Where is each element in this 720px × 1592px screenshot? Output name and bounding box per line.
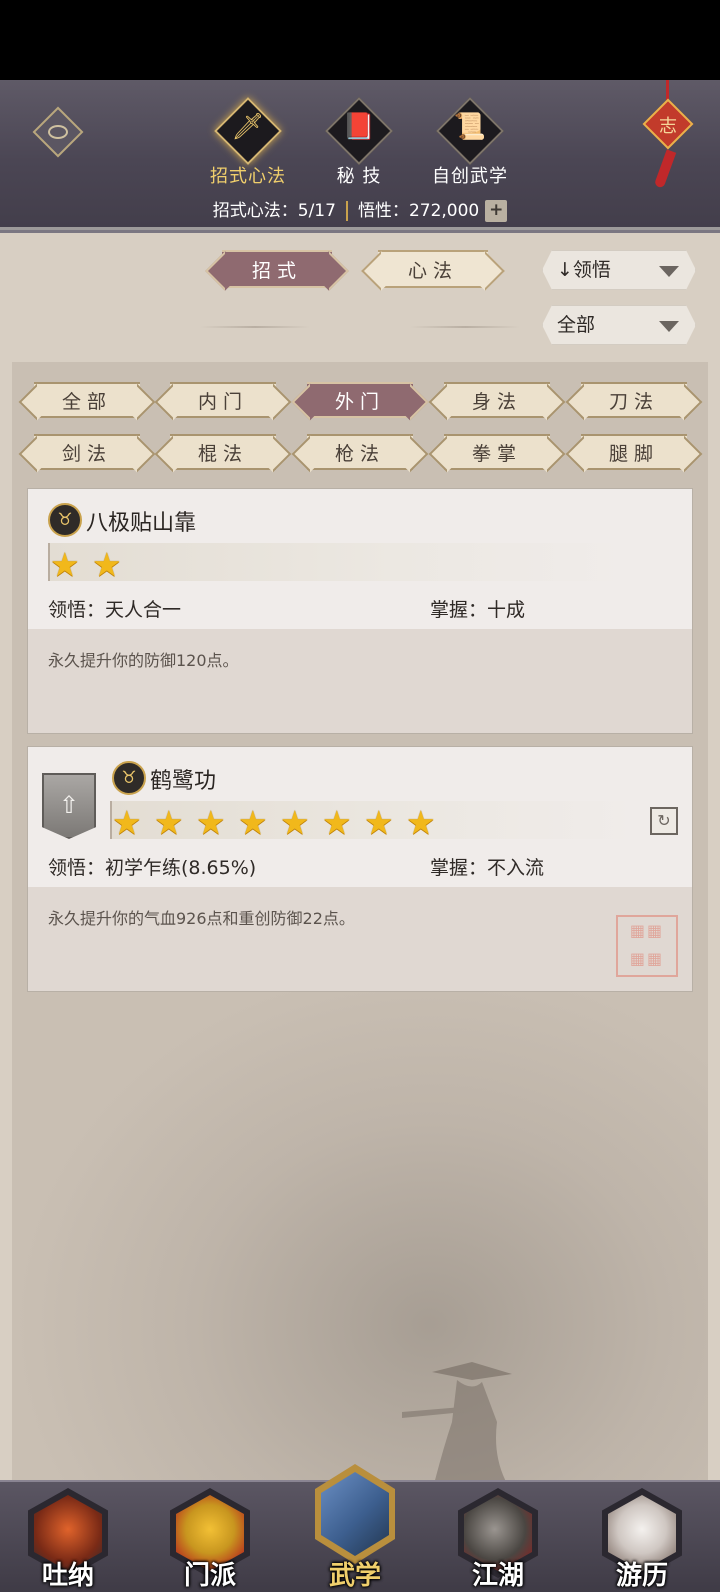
skills-count-value: 5/17	[297, 201, 336, 221]
nav-label: 武学	[328, 1561, 381, 1591]
skill-card[interactable]: ♉ 八极贴山靠 ★ ★ 领悟：天人合一 掌握：十成 永久提升你的防御120点。	[27, 488, 693, 734]
category-leg-kick[interactable]: 腿脚	[581, 434, 687, 470]
chinese-knot-button[interactable]: 志	[640, 80, 696, 190]
skill-insight: 领悟：初学乍练(8.65%)	[48, 853, 256, 880]
scope-dropdown[interactable]: 全部	[542, 305, 696, 345]
tab-secret-techniques[interactable]: 📕 秘 技	[304, 97, 414, 188]
category-outer[interactable]: 外门	[307, 382, 413, 418]
tab-label: 招式心法	[210, 166, 286, 187]
skill-name: 八极贴山靠	[86, 511, 197, 536]
nav-jianghu[interactable]: 江湖	[448, 1482, 548, 1592]
skill-name: 鹤鹭功	[150, 769, 217, 794]
tab-mental-methods[interactable]: 心法	[378, 250, 488, 288]
star-icon: ★	[238, 803, 268, 842]
star-icon: ★	[196, 803, 226, 842]
nav-label: 江湖	[471, 1561, 524, 1591]
chevron-down-icon	[659, 266, 679, 277]
add-insight-button[interactable]: +	[485, 200, 508, 222]
category-movement[interactable]: 身法	[444, 382, 550, 418]
status-bar	[0, 0, 720, 80]
skills-count-label: 招式心法：	[212, 201, 298, 221]
star-icon: ★	[154, 803, 184, 842]
bottom-nav: 吐纳 门派 武学 江湖 游历	[0, 1464, 720, 1592]
category-sword[interactable]: 剑法	[34, 434, 140, 470]
sort-dropdown[interactable]: ↓领悟	[542, 250, 696, 290]
skill-description: 永久提升你的防御120点。	[48, 651, 239, 670]
chevron-down-icon	[659, 321, 679, 332]
decorative-divider	[410, 326, 520, 328]
misty-landscape-background	[12, 962, 708, 1480]
insight-label: 领悟：	[48, 599, 106, 621]
insight-value: 初学乍练(8.65%)	[105, 857, 257, 879]
mastery-label: 掌握：	[430, 599, 488, 621]
sort-dropdown-value: ↓领悟	[557, 259, 611, 281]
nav-label: 门派	[183, 1561, 236, 1591]
skill-card[interactable]: ⇧ ♉ 鹤鹭功 ★ ★ ★ ★ ★ ★ ★ ★ ↻ 领悟：初学乍练(8.65%)…	[27, 746, 693, 992]
nav-label: 吐纳	[41, 1561, 94, 1591]
category-saber[interactable]: 刀法	[581, 382, 687, 418]
nav-meditate[interactable]: 吐纳	[18, 1482, 118, 1592]
visibility-toggle-button[interactable]	[32, 106, 84, 158]
star-icon: ★	[50, 545, 80, 584]
skill-insight: 领悟：天人合一	[48, 595, 181, 622]
sword-icon: 🗡	[231, 112, 265, 142]
skills-panel: 全部 内门 外门 身法 刀法 剑法 棍法 枪法 拳掌 腿脚 ♉ 八极贴山靠 ★ …	[12, 362, 708, 1480]
skill-type-badge-icon: ♉	[112, 761, 146, 795]
tab-label: 自创武学	[432, 166, 508, 187]
nav-martial-arts[interactable]: 武学	[305, 1460, 405, 1592]
tab-label: 秘 技	[336, 166, 382, 187]
straw-hat-swordsman-illustration	[402, 1362, 512, 1480]
skill-mastery: 掌握：不入流	[430, 853, 544, 880]
book-icon: 📕	[342, 112, 376, 142]
skill-description: 永久提升你的气血926点和重创防御22点。	[48, 909, 355, 928]
decorative-divider	[200, 326, 310, 328]
category-inner[interactable]: 内门	[170, 382, 276, 418]
category-spear[interactable]: 枪法	[307, 434, 413, 470]
stats-line: 招式心法：5/17 悟性：272,000 +	[0, 196, 720, 222]
tab-self-created-martial-arts[interactable]: 📜 自创武学	[415, 97, 525, 188]
category-all[interactable]: 全部	[34, 382, 140, 418]
skill-mastery: 掌握：十成	[430, 595, 525, 622]
star-icon: ★	[406, 803, 436, 842]
tab-skills-methods[interactable]: 🗡 招式心法	[193, 97, 303, 188]
star-icon: ★	[364, 803, 394, 842]
scroll-icon: 📜	[453, 112, 487, 142]
star-icon: ★	[322, 803, 352, 842]
skill-star-rating: ★ ★ ★ ★ ★ ★ ★ ★	[110, 801, 640, 842]
skill-star-rating: ★ ★	[48, 543, 628, 584]
star-icon: ★	[280, 803, 310, 842]
nav-label: 游历	[615, 1561, 668, 1591]
insight-value: 天人合一	[105, 599, 182, 621]
star-icon: ★	[92, 545, 122, 584]
category-staff[interactable]: 棍法	[170, 434, 276, 470]
category-fist-palm[interactable]: 拳掌	[444, 434, 550, 470]
skill-type-badge-icon: ♉	[48, 503, 82, 537]
insight-label: 悟性：	[357, 201, 409, 221]
mastery-label: 掌握：	[430, 857, 488, 879]
insight-value: 272,000	[408, 201, 480, 221]
arrow-up-icon: ⇧	[59, 791, 80, 819]
red-seal-stamp-icon: ▦▦ ▦▦	[616, 915, 678, 977]
nav-travel[interactable]: 游历	[592, 1482, 692, 1592]
eye-icon	[48, 125, 68, 139]
header: 🗡 招式心法 📕 秘 技 📜 自创武学 志 招式心法：5/17 悟性：272,00…	[0, 80, 720, 233]
mastery-value: 十成	[487, 599, 526, 621]
insight-label: 领悟：	[48, 857, 106, 879]
star-icon: ★	[112, 803, 142, 842]
scope-dropdown-value: 全部	[557, 314, 596, 336]
swap-icon[interactable]: ↻	[650, 807, 678, 835]
tab-moves[interactable]: 招式	[222, 250, 332, 288]
knot-char: 志	[659, 116, 677, 137]
nav-sect[interactable]: 门派	[160, 1482, 260, 1592]
mastery-value: 不入流	[487, 857, 545, 879]
upgrade-rank-button[interactable]: ⇧	[42, 773, 96, 839]
